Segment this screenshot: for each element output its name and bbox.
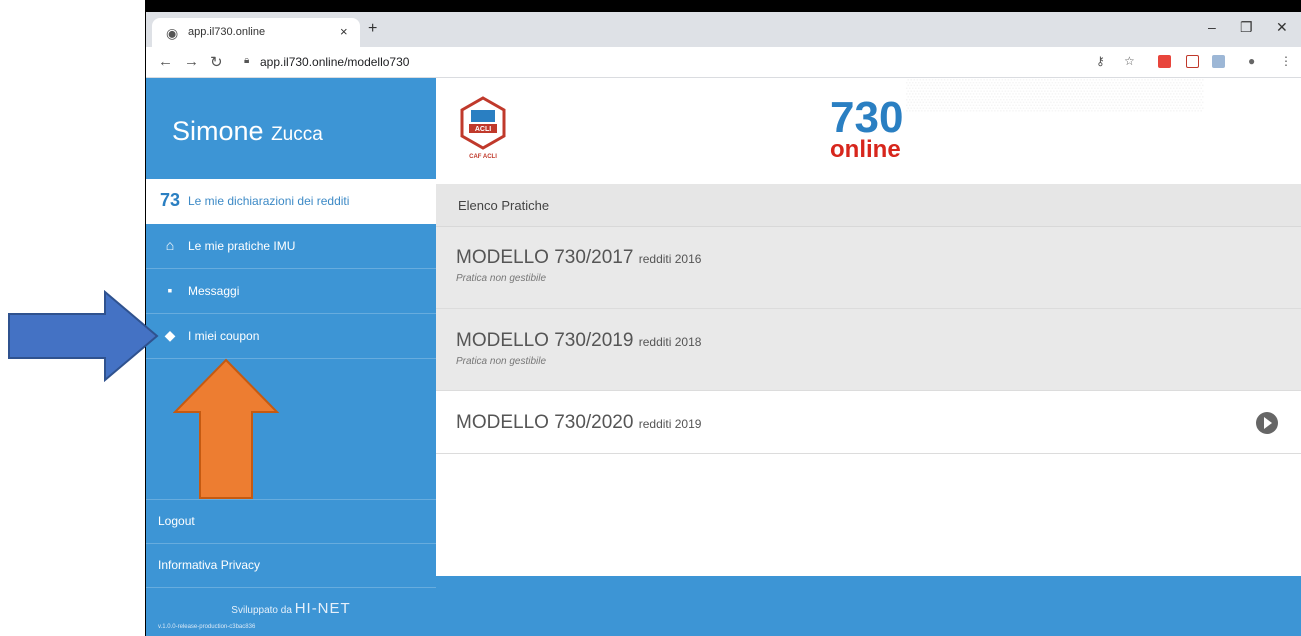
top-strip	[145, 0, 1301, 12]
star-icon[interactable]: ☆	[1124, 54, 1135, 68]
lock-icon[interactable]: 🔒︎	[244, 55, 249, 66]
minimize-button[interactable]: –	[1208, 19, 1216, 35]
url-field[interactable]: app.il730.online/modello730	[260, 55, 409, 69]
pratica-row-2019[interactable]: MODELLO 730/2019 redditi 2018 Pratica no…	[436, 309, 1301, 391]
blue-arrow-annotation	[8, 290, 159, 382]
logout-label: Logout	[158, 514, 195, 528]
pratica-model: MODELLO 730/2017	[456, 247, 634, 268]
privacy-label: Informativa Privacy	[158, 558, 261, 572]
extension-blue-icon[interactable]	[1212, 55, 1225, 68]
list-header-label: Elenco Pratiche	[458, 198, 550, 213]
bottom-bar	[436, 576, 1301, 636]
forward-icon[interactable]: →	[184, 53, 199, 70]
brand-online: online	[830, 136, 901, 163]
sidebar-item-label: Le mie dichiarazioni dei redditi	[188, 194, 350, 208]
developer-logo: HI-NET	[294, 600, 351, 617]
pratica-title: MODELLO 730/2017 redditi 2016	[456, 247, 701, 269]
sidebar-item-label: Le mie pratiche IMU	[188, 239, 296, 253]
sidebar-item-label: I miei coupon	[188, 329, 260, 343]
developed-by: Sviluppato da HI-NET	[146, 600, 436, 617]
restore-button[interactable]: ❐	[1240, 19, 1253, 36]
pratica-model: MODELLO 730/2019	[456, 330, 634, 351]
tag-icon: ◆	[164, 327, 176, 343]
orange-arrow-annotation	[173, 358, 279, 499]
banner: ▒▒▒▒▒▒▒▒▒▒▒▒▒▒ ACLI CAF ACLI 730 online	[436, 78, 1301, 184]
sidebar-item-dichiarazioni[interactable]: 73 Le mie dichiarazioni dei redditi	[146, 179, 436, 224]
logout-link[interactable]: Logout	[146, 499, 436, 543]
pratica-title: MODELLO 730/2019 redditi 2018	[456, 330, 701, 352]
reload-icon[interactable]: ↻	[210, 53, 223, 71]
sidebar-item-coupon[interactable]: ◆ I miei coupon	[146, 314, 436, 359]
globe-icon: ◉	[166, 25, 179, 41]
sidebar-item-label: Messaggi	[188, 284, 240, 298]
play-icon[interactable]	[1256, 412, 1278, 434]
user-last-name: Zucca	[271, 124, 323, 145]
extension-red-icon[interactable]	[1158, 55, 1171, 68]
pratica-row-2020[interactable]: MODELLO 730/2020 redditi 2019	[436, 391, 1301, 454]
message-icon: ▪	[167, 282, 173, 298]
730-icon: 73	[160, 190, 181, 210]
pratica-note: Pratica non gestibile	[456, 273, 547, 284]
logo-caption: CAF ACLI	[469, 154, 497, 160]
developed-by-label: Sviluppato da	[231, 605, 292, 616]
logo-text: ACLI	[475, 126, 491, 133]
window-close-button[interactable]: ✕	[1276, 19, 1288, 36]
brand-730: 730	[830, 93, 904, 142]
pratica-model: MODELLO 730/2020	[456, 412, 634, 433]
sidebar: Simone Zucca 73 Le mie dichiarazioni dei…	[146, 78, 436, 636]
tab-close-icon[interactable]: ×	[340, 24, 348, 39]
browser-tab[interactable]: ◉ app.il730.online ×	[152, 18, 360, 47]
pratica-subtitle: redditi 2016	[638, 252, 702, 266]
sidebar-item-messaggi[interactable]: ▪ Messaggi	[146, 269, 436, 314]
extension-shield-icon[interactable]	[1186, 55, 1199, 68]
pratica-subtitle: redditi 2018	[638, 335, 702, 349]
caf-acli-logo: ACLI CAF ACLI	[460, 96, 506, 160]
profile-icon[interactable]: ●	[1248, 54, 1255, 68]
pratica-subtitle: redditi 2019	[638, 417, 702, 431]
user-name: Simone Zucca	[172, 116, 323, 147]
browser-window: ◉ app.il730.online × + – ❐ ✕ ← → ↻ 🔒︎ ap…	[145, 12, 1301, 636]
main-content: ▒▒▒▒▒▒▒▒▒▒▒▒▒▒ ACLI CAF ACLI 730 online …	[436, 78, 1301, 636]
key-icon[interactable]: ⚷	[1096, 54, 1105, 68]
pratica-row-2017[interactable]: MODELLO 730/2017 redditi 2016 Pratica no…	[436, 227, 1301, 309]
pratica-title: MODELLO 730/2020 redditi 2019	[456, 412, 701, 434]
tab-title: app.il730.online	[188, 26, 266, 38]
user-first-name: Simone	[172, 116, 264, 146]
sidebar-item-imu[interactable]: ⌂ Le mie pratiche IMU	[146, 224, 436, 269]
privacy-link[interactable]: Informativa Privacy	[146, 543, 436, 587]
tab-bar: ◉ app.il730.online × + – ❐ ✕	[146, 12, 1301, 47]
back-icon[interactable]: ←	[158, 53, 173, 70]
sidebar-footer: Sviluppato da HI-NET v.1.0.0-release-pro…	[146, 587, 436, 636]
list-header: Elenco Pratiche	[436, 184, 1301, 227]
new-tab-button[interactable]: +	[368, 20, 377, 38]
banner-watermark: ▒▒▒▒▒▒▒▒▒▒▒▒▒▒	[906, 78, 1204, 111]
menu-dots-icon[interactable]: ⋮	[1280, 54, 1292, 68]
pratica-note: Pratica non gestibile	[456, 356, 547, 367]
address-bar-row: ← → ↻ 🔒︎ app.il730.online/modello730 ⚷ ☆…	[146, 47, 1301, 78]
version-text: v.1.0.0-release-production-c3bac836	[158, 624, 256, 630]
house-icon: ⌂	[165, 237, 175, 253]
